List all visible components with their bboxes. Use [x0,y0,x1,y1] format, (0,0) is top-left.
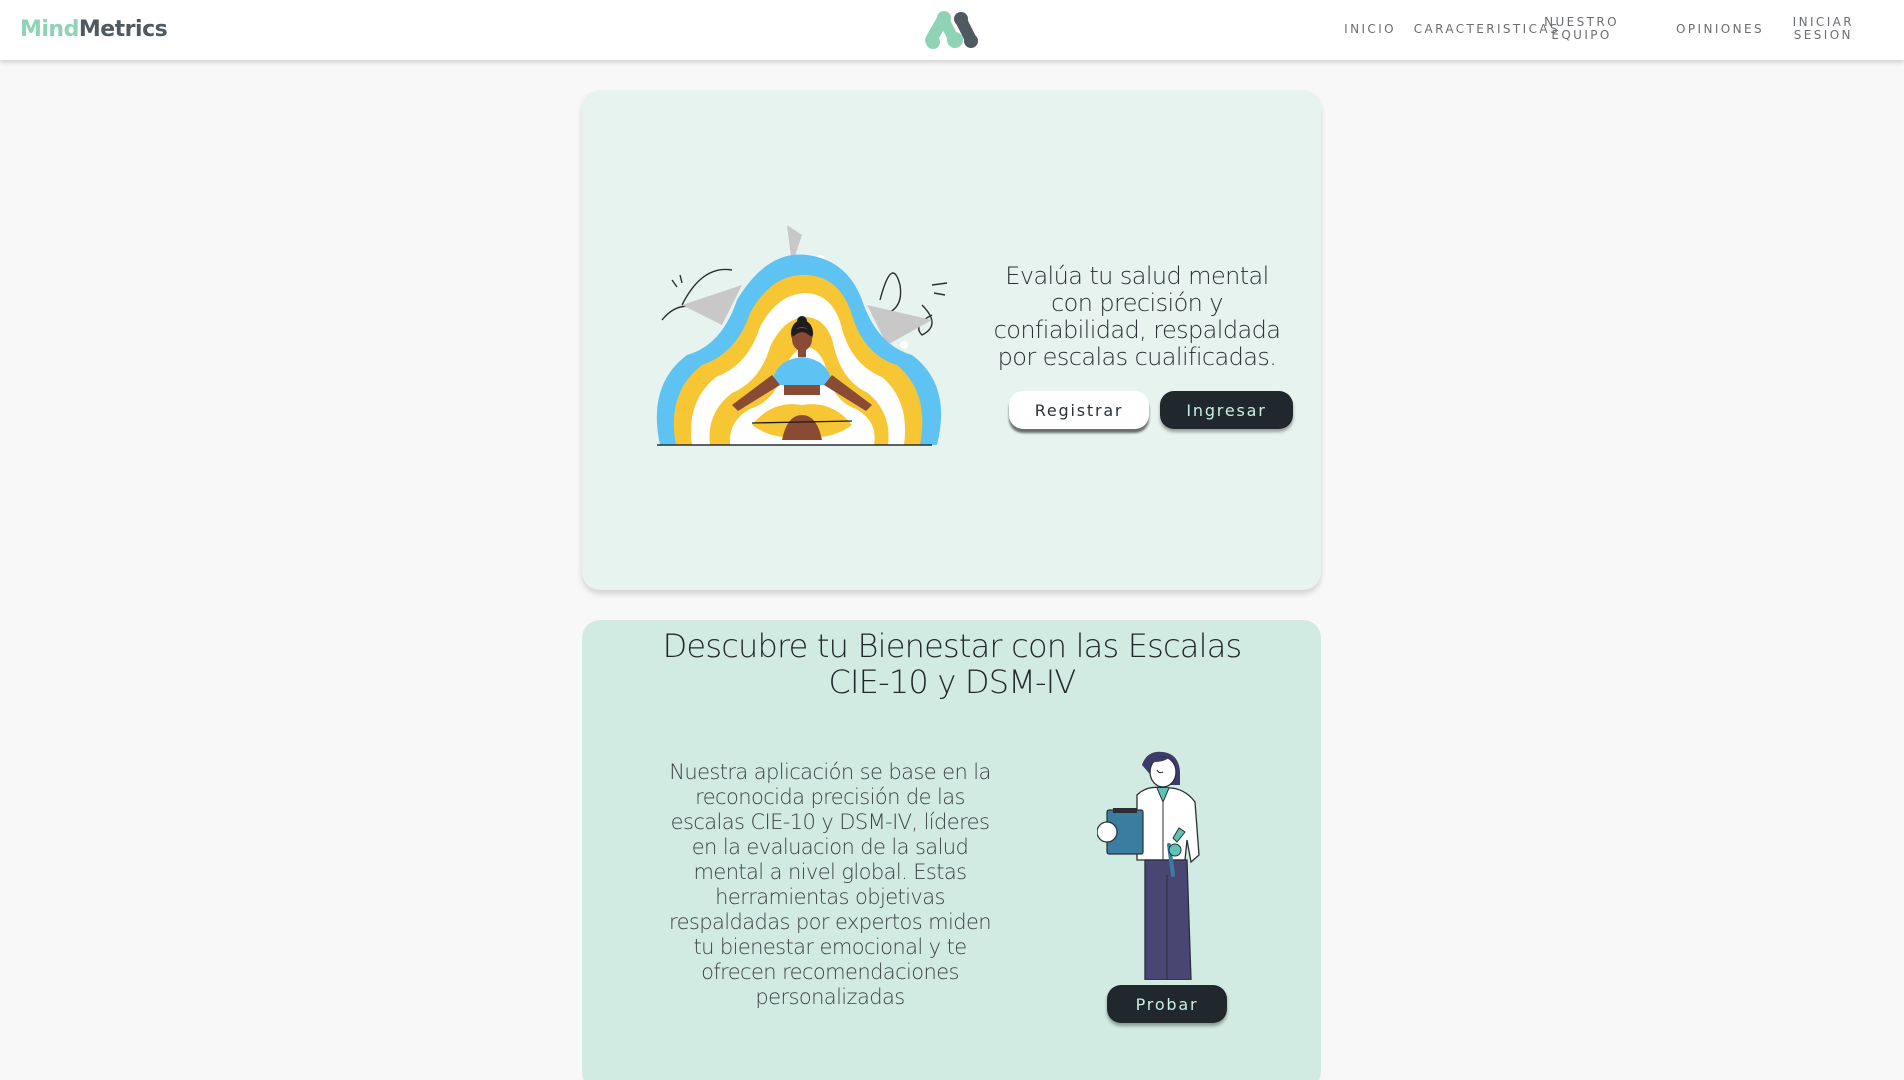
info-title: Descubre tu Bienestar con las Escalas CI… [662,627,1243,701]
meditating-woman-illustration [656,225,948,446]
register-button[interactable]: Registrar [1009,391,1149,429]
login-button[interactable]: Ingresar [1160,391,1293,429]
nav-link-opiniones[interactable]: OPINIONES [1676,23,1764,36]
hero-card: Evalúa tu salud mental con precisión y c… [582,90,1321,590]
info-body: Nuestra aplicación se base en la reconoc… [669,760,992,1009]
info-card: Descubre tu Bienestar con las Escalas CI… [582,620,1321,1080]
nav-link-inicio[interactable]: INICIO [1344,23,1396,36]
nav-link-caracteristicas[interactable]: CARACTERISTICAS [1414,23,1560,36]
nav-link-iniciar-sesion-line2: SESION [1793,28,1853,42]
try-button[interactable]: Probar [1107,985,1227,1023]
nav-link-iniciar-sesion[interactable]: INICIAR SESION [1793,16,1854,42]
brand-name[interactable]: MindMetrics [20,17,168,42]
doctor-with-clipboard-illustration [1097,751,1200,980]
top-navbar: MindMetrics INICIO CARACTERISTICAS NUEST… [0,0,1904,60]
brand-name-part2: Metrics [78,17,168,42]
nav-link-nuestro-equipo-line2: EQUIPO [1551,28,1612,42]
nav-link-nuestro-equipo[interactable]: NUESTRO EQUIPO [1544,16,1619,42]
mindmetrics-logo-icon[interactable] [923,10,981,50]
brand-name-part1: Mind [20,17,79,42]
hero-headline: Evalúa tu salud mental con precisión y c… [993,262,1281,371]
